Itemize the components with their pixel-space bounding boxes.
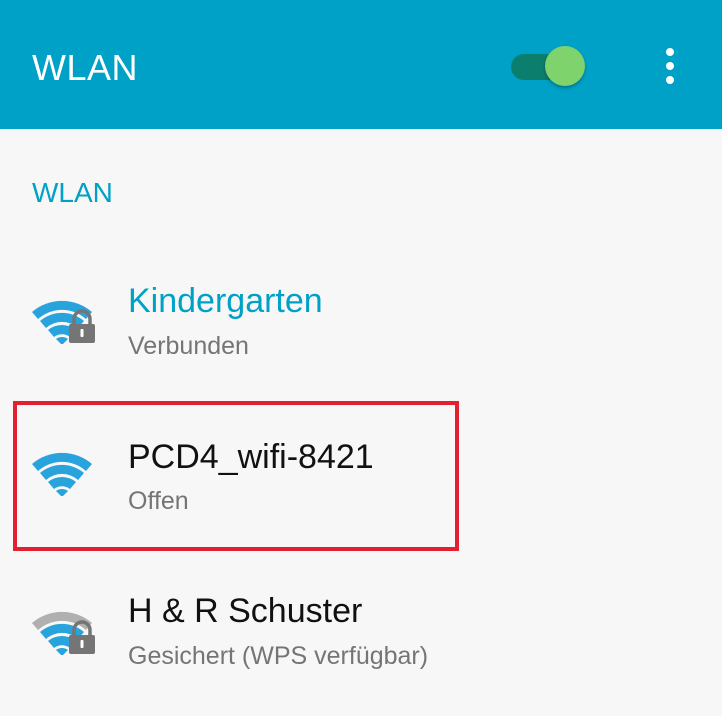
app-bar: WLAN [0, 0, 722, 129]
network-name: H & R Schuster [128, 592, 363, 630]
network-item-pcd4-wifi-8421[interactable]: PCD4_wifi-8421 Offen [0, 410, 722, 540]
menu-dot [666, 62, 674, 70]
toggle-thumb [545, 46, 585, 86]
network-status: Offen [128, 487, 189, 515]
wifi-open-icon [32, 452, 92, 496]
menu-dot [666, 48, 674, 56]
network-status: Verbunden [128, 332, 249, 360]
section-header: WLAN [32, 177, 113, 208]
wifi-secured-icon [32, 300, 95, 344]
wlan-settings-screen: WLAN WLAN Kindergarten Verbunden PCD4_wi… [0, 0, 722, 716]
network-status: Gesichert (WPS verfügbar) [128, 642, 429, 670]
wlan-toggle[interactable] [509, 46, 589, 88]
overflow-menu-icon[interactable] [654, 44, 686, 88]
network-item-kindergarten[interactable]: Kindergarten Verbunden [0, 265, 722, 395]
network-item-h-r-schuster[interactable]: H & R Schuster Gesichert (WPS verfügbar) [0, 570, 722, 700]
page-title: WLAN [32, 47, 139, 88]
network-name: PCD4_wifi-8421 [128, 438, 374, 476]
wifi-secured-weak-icon [32, 611, 95, 655]
menu-dot [666, 76, 674, 84]
network-name: Kindergarten [128, 282, 323, 320]
